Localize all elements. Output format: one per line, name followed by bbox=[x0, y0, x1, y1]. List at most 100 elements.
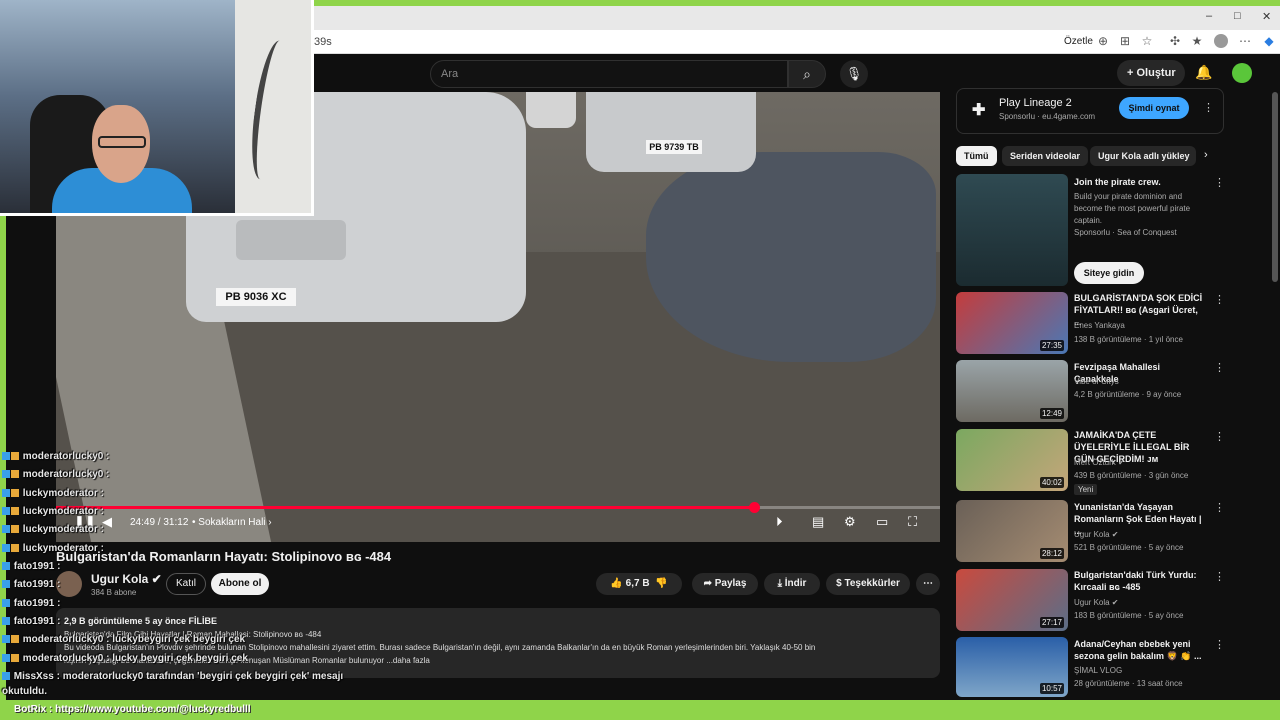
sponsored-thumbnail[interactable] bbox=[956, 174, 1068, 286]
video-meta: 183 B görüntüleme · 5 ay önce bbox=[1074, 611, 1184, 620]
chat-user: moderatorlucky0 : bbox=[22, 469, 110, 480]
visit-site-button[interactable]: Siteye gidin bbox=[1074, 262, 1144, 284]
time-display: 24:49 / 31:12 bbox=[130, 517, 189, 528]
more-icon[interactable]: ⋮ bbox=[1214, 361, 1225, 374]
channel-name[interactable]: Ugur Kola ✔ bbox=[1074, 530, 1119, 539]
video-title[interactable]: Join the pirate crew. bbox=[1074, 176, 1204, 188]
join-button[interactable]: Katıl bbox=[166, 573, 206, 595]
channel-name[interactable]: Ugur Kola ✔ bbox=[1074, 598, 1119, 607]
close-window-button[interactable]: ✕ bbox=[1262, 10, 1271, 23]
settings-gear-icon[interactable]: ⚙ bbox=[844, 514, 856, 530]
chat-message: fato1991 : bbox=[2, 561, 60, 572]
progress-bar-fill bbox=[56, 506, 755, 509]
apps-icon[interactable]: ⊞ bbox=[1118, 34, 1132, 48]
minimize-button[interactable]: – bbox=[1206, 10, 1212, 22]
fullscreen-icon[interactable]: ⛶ bbox=[908, 514, 917, 530]
chat-user: fato1991 : bbox=[13, 561, 61, 572]
webcam-glasses bbox=[98, 136, 146, 148]
chat-message: MissXss : moderatorlucky0 tarafından 'be… bbox=[2, 671, 343, 682]
video-title[interactable]: Adana/Ceyhan ebebek yeni sezona gelin ba… bbox=[1074, 638, 1204, 662]
star-icon[interactable]: ☆ bbox=[1140, 34, 1154, 48]
video-thumbnail[interactable]: 10:57 bbox=[956, 637, 1068, 697]
subscriber-count: 384 B abone bbox=[91, 588, 137, 597]
ad-more-icon[interactable]: ⋮ bbox=[1203, 101, 1214, 114]
extension-icon[interactable]: ✣ bbox=[1168, 34, 1182, 48]
search-input[interactable]: Ara bbox=[430, 60, 788, 88]
description-views: 2,9 B görüntüleme 5 ay önce FİLİBE bbox=[64, 616, 218, 626]
chat-text: lucky beygiri çek beygiri çek bbox=[112, 653, 248, 664]
more-icon[interactable]: ⋮ bbox=[1214, 430, 1225, 443]
video-thumbnail[interactable]: 28:12 bbox=[956, 500, 1068, 562]
video-title: Bulgaristan'da Romanların Hayatı: Stolip… bbox=[56, 549, 392, 564]
share-label: Paylaş bbox=[714, 578, 747, 589]
video-thumbnail[interactable]: 27:35 bbox=[956, 292, 1068, 354]
video-thumbnail[interactable]: 12:49 bbox=[956, 360, 1068, 422]
chevron-right-icon[interactable]: › bbox=[1204, 149, 1208, 161]
more-icon[interactable]: ⋮ bbox=[1214, 570, 1225, 583]
translate-icon[interactable]: ⊕ bbox=[1096, 34, 1110, 48]
chip-all[interactable]: Tümü bbox=[956, 146, 997, 166]
create-button[interactable]: + Oluştur bbox=[1117, 60, 1185, 86]
more-actions-button[interactable]: ⋯ bbox=[916, 573, 940, 595]
channel-name[interactable]: Ugur Kola ✔ bbox=[91, 572, 162, 586]
chat-message: moderatorlucky0 : lucky beygiri çek beyg… bbox=[2, 653, 248, 664]
video-thumbnail[interactable]: 27:17 bbox=[956, 569, 1068, 631]
chapter-button[interactable]: • Sokakların Hali › bbox=[192, 517, 272, 528]
more-icon[interactable]: ⋮ bbox=[1214, 638, 1225, 651]
search-icon: ⌕ bbox=[803, 66, 811, 82]
more-menu-icon[interactable]: ⋯ bbox=[1238, 34, 1252, 48]
channel-name[interactable]: Mert Öztürk ✔ bbox=[1074, 458, 1125, 467]
chat-text: okutuldu. bbox=[2, 686, 47, 697]
copilot-icon[interactable]: ◆ bbox=[1262, 34, 1276, 48]
download-button[interactable]: ⤓ İndir bbox=[764, 573, 820, 595]
autoplay-toggle-icon[interactable]: ⏵ bbox=[776, 514, 783, 530]
summarize-button[interactable]: Özetle bbox=[1064, 36, 1093, 47]
chip-series[interactable]: Seriden videolar bbox=[1002, 146, 1089, 166]
favorites-icon[interactable]: ★ bbox=[1190, 34, 1204, 48]
mod-badge-icon bbox=[2, 617, 10, 626]
mod-badge-icon bbox=[2, 654, 10, 663]
duration-badge: 27:17 bbox=[1039, 617, 1064, 628]
channel-name[interactable]: Vibe of Citys bbox=[1074, 377, 1119, 386]
ad-title[interactable]: Play Lineage 2 bbox=[999, 97, 1072, 109]
more-icon[interactable]: ⋮ bbox=[1214, 501, 1225, 514]
chat-user: fato1991 : bbox=[13, 598, 61, 609]
channel-name[interactable]: Enes Yankaya bbox=[1074, 321, 1125, 330]
ad-description: Build your pirate dominion and become th… bbox=[1074, 192, 1191, 225]
thumbs-up-icon: 👍 bbox=[610, 578, 623, 589]
video-title[interactable]: Bulgaristan'daki Türk Yurdu: Kırcaali ʙɢ… bbox=[1074, 569, 1204, 593]
subscribe-button[interactable]: Abone ol bbox=[211, 573, 269, 595]
progress-bar[interactable] bbox=[56, 502, 940, 513]
ad-sponsor: Sponsorlu · Sea of Conquest bbox=[1074, 228, 1177, 237]
chat-user: luckymoderator : bbox=[22, 506, 104, 517]
more-icon[interactable]: ⋮ bbox=[1214, 176, 1225, 189]
crown-badge-icon bbox=[11, 654, 19, 663]
mod-badge-icon bbox=[2, 452, 10, 461]
video-thumbnail[interactable]: 40:02 bbox=[956, 429, 1068, 491]
duration-badge: 12:49 bbox=[1039, 408, 1064, 419]
play-now-button[interactable]: Şimdi oynat bbox=[1119, 97, 1189, 119]
maximize-button[interactable]: □ bbox=[1234, 10, 1241, 22]
chat-user: luckymoderator : bbox=[22, 488, 104, 499]
mod-badge-icon bbox=[2, 562, 10, 571]
voice-search-button[interactable]: 🎙 bbox=[840, 60, 868, 88]
share-button[interactable]: ➦ Paylaş bbox=[692, 573, 758, 595]
profile-avatar[interactable] bbox=[1214, 34, 1228, 48]
more-icon[interactable]: ⋮ bbox=[1214, 293, 1225, 306]
license-plate-left: PB 9036 XC bbox=[216, 288, 296, 306]
thanks-button[interactable]: $ Teşekkürler bbox=[826, 573, 910, 595]
page-scrollbar[interactable] bbox=[1272, 92, 1278, 282]
like-dislike-button[interactable]: 👍 6,7 B 👎 bbox=[596, 573, 682, 595]
user-avatar[interactable] bbox=[1232, 63, 1252, 83]
chat-user: moderatorlucky0 : bbox=[22, 451, 110, 462]
chat-user: luckymoderator : bbox=[22, 524, 104, 535]
subtitles-icon[interactable]: ▤ bbox=[812, 514, 824, 530]
new-badge: Yeni bbox=[1074, 484, 1098, 495]
stream-bottom-bar: BotRix : https://www.youtube.com/@luckyr… bbox=[0, 700, 1280, 720]
channel-name[interactable]: ŞİMAL VLOG bbox=[1074, 666, 1122, 675]
search-button[interactable]: ⌕ bbox=[788, 60, 826, 88]
chip-uploader[interactable]: Ugur Kola adlı yükley bbox=[1090, 146, 1196, 166]
notifications-icon[interactable]: 🔔 bbox=[1195, 64, 1212, 81]
url-text: 39s bbox=[314, 36, 332, 48]
theater-mode-icon[interactable]: ▭ bbox=[876, 514, 888, 530]
